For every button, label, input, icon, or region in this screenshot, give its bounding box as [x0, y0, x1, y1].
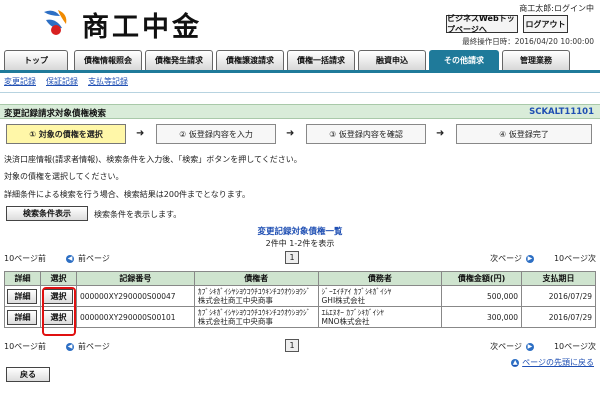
table-row: 詳細 選択 000000XY290000S00047 ｶﾌﾞｼｷｶﾞｲｼﾔｼﾖｳ…	[4, 285, 596, 307]
credit-amount: 300,000	[441, 306, 523, 328]
next-arrow-icon[interactable]: ▶	[525, 342, 534, 351]
col-header-due-date: 支払期日	[521, 271, 596, 286]
step-complete: ④ 仮登録完了	[456, 124, 592, 144]
step-arrow-icon: ➜	[286, 128, 295, 139]
back-button[interactable]: 戻る	[6, 367, 50, 382]
table-row: 詳細 選択 000000XY290000S00101 ｶﾌﾞｼｷｶﾞｲｼﾔｼﾖｳ…	[4, 306, 596, 328]
step-arrow-icon: ➜	[136, 128, 145, 139]
creditor-kana: ｶﾌﾞｼｷｶﾞｲｼﾔｼﾖｳｺｳﾁﾕｳｷﾝﾁﾕｳｵｳｼﾖｳｼﾞ	[197, 308, 311, 317]
credit-amount: 500,000	[441, 285, 523, 307]
tab-loan[interactable]: 融資申込	[358, 50, 426, 70]
debtor-kana: ｼﾞｰｴｲﾁｱｲ ｶﾌﾞｼｷｶﾞｲｼﾔ	[321, 287, 392, 296]
due-date: 2016/07/29	[521, 306, 596, 328]
next-page[interactable]: 次ページ	[490, 253, 522, 264]
business-web-top-button[interactable]: ビジネスWebトップページへ	[446, 14, 518, 34]
col-header-detail: 詳細	[4, 271, 41, 286]
shokochukin-logo-icon	[44, 10, 67, 35]
pager-top: 10ページ前 ◀ 前ページ 1 次ページ ▶ 10ページ次	[4, 251, 596, 265]
prev-arrow-icon[interactable]: ◀	[66, 254, 75, 263]
tab-credit-transfer[interactable]: 債権譲渡請求	[216, 50, 284, 70]
subnav-change-record[interactable]: 変更記録	[4, 76, 36, 87]
main-tabs: トップ 債権情報照会 債権発生請求 債権譲渡請求 債権一括請求 融資申込 その他…	[0, 50, 600, 70]
tab-other-requests[interactable]: その他請求	[429, 50, 499, 70]
prev-10-pages[interactable]: 10ページ前	[4, 253, 46, 264]
next-10-pages[interactable]: 10ページ次	[554, 341, 596, 352]
pager-bottom: 10ページ前 ◀ 前ページ 1 次ページ ▶ 10ページ次	[4, 339, 596, 353]
tab-top[interactable]: トップ	[4, 50, 68, 70]
next-arrow-icon[interactable]: ▶	[525, 254, 534, 263]
creditor-name: 株式会社商工中央商事	[197, 317, 273, 326]
detail-button[interactable]: 詳細	[7, 309, 38, 325]
detail-button[interactable]: 詳細	[7, 288, 38, 304]
col-header-select: 選択	[39, 271, 77, 286]
subnav-divider	[0, 92, 600, 93]
sub-navigation: 変更記録 保証記録 支払等記録	[4, 76, 128, 87]
subnav-payment-record[interactable]: 支払等記録	[88, 76, 128, 87]
page-number[interactable]: 1	[285, 251, 299, 264]
step-confirm: ③ 仮登録内容を確認	[306, 124, 426, 144]
step-arrow-icon: ➜	[436, 128, 445, 139]
back-to-top-link[interactable]: ▲ ページの先頭に戻る	[511, 357, 594, 368]
next-page[interactable]: 次ページ	[490, 341, 522, 352]
col-header-debtor: 債務者	[317, 271, 443, 286]
instruction-text: 決済口座情報(請求者情報)、検索条件を入力後、「検索」ボタンを押してください。	[4, 155, 302, 164]
next-10-pages[interactable]: 10ページ次	[554, 253, 596, 264]
prev-page[interactable]: 前ページ	[78, 253, 110, 264]
back-to-top-label: ページの先頭に戻る	[522, 358, 594, 367]
tab-management[interactable]: 管理業務	[502, 50, 570, 70]
debtor-name: GHI株式会社	[321, 296, 366, 305]
step-input: ② 仮登録内容を入力	[156, 124, 276, 144]
instruction-text: 対象の債権を選択してください。	[4, 172, 124, 181]
result-count: 2件中 1-2件を表示	[265, 239, 335, 248]
step-select-credit: ① 対象の債権を選択	[6, 124, 126, 144]
tab-underline	[0, 70, 600, 73]
tab-credit-info[interactable]: 債権情報照会	[74, 50, 142, 70]
record-number: 000000XY290000S00101	[75, 306, 195, 328]
last-operation-time: 最終操作日時：2016/04/20 10:00:00	[462, 37, 594, 46]
col-header-amount: 債権金額(円)	[441, 271, 523, 286]
show-search-conditions-button[interactable]: 検索条件表示	[6, 206, 88, 221]
logged-in-user: 商工太郎:ログイン中	[519, 4, 594, 13]
creditor-name: 株式会社商工中央商事	[197, 296, 273, 305]
up-arrow-icon: ▲	[511, 358, 520, 367]
search-hint: 検索条件を表示します。	[94, 210, 182, 219]
tab-credit-issue[interactable]: 債権発生請求	[145, 50, 213, 70]
col-header-creditor: 債権者	[193, 271, 319, 286]
due-date: 2016/07/29	[521, 285, 596, 307]
page-title: 変更記録請求対象債権検索	[4, 109, 107, 119]
page-number[interactable]: 1	[285, 339, 299, 352]
header: 商工中金 商工太郎:ログイン中 ビジネスWebトップページへ ログアウト 最終操…	[0, 0, 600, 50]
table-header-row: 詳細 選択 記録番号 債権者 債務者 債権金額(円) 支払期日	[4, 271, 596, 286]
logout-button[interactable]: ログアウト	[523, 15, 568, 33]
creditor-kana: ｶﾌﾞｼｷｶﾞｲｼﾔｼﾖｳｺｳﾁﾕｳｷﾝﾁﾕｳｵｳｼﾖｳｼﾞ	[197, 287, 311, 296]
prev-10-pages[interactable]: 10ページ前	[4, 341, 46, 352]
col-header-record-no: 記録番号	[75, 271, 195, 286]
credit-table: 詳細 選択 記録番号 債権者 債務者 債権金額(円) 支払期日 詳細 選択 00…	[4, 271, 596, 328]
debtor-name: MNO株式会社	[321, 317, 370, 326]
list-title: 変更記録対象債権一覧	[257, 227, 343, 237]
step-indicator: ① 対象の債権を選択 ➜ ② 仮登録内容を入力 ➜ ③ 仮登録内容を確認 ➜ ④…	[6, 124, 596, 144]
select-column-highlight	[42, 287, 76, 336]
record-number: 000000XY290000S00047	[75, 285, 195, 307]
screen-code: SCKALT11101	[529, 107, 594, 117]
tab-credit-batch[interactable]: 債権一括請求	[287, 50, 355, 70]
brand-name: 商工中金	[82, 12, 202, 43]
prev-page[interactable]: 前ページ	[78, 341, 110, 352]
page-title-bar: 変更記録請求対象債権検索 SCKALT11101	[0, 104, 600, 119]
subnav-guarantee-record[interactable]: 保証記録	[46, 76, 78, 87]
instruction-text: 詳細条件による検索を行う場合、検索結果は200件までとなります。	[4, 190, 250, 199]
debtor-kana: ｴﾑｴﾇｵｰ ｶﾌﾞｼｷｶﾞｲｼﾔ	[321, 308, 384, 317]
prev-arrow-icon[interactable]: ◀	[66, 342, 75, 351]
